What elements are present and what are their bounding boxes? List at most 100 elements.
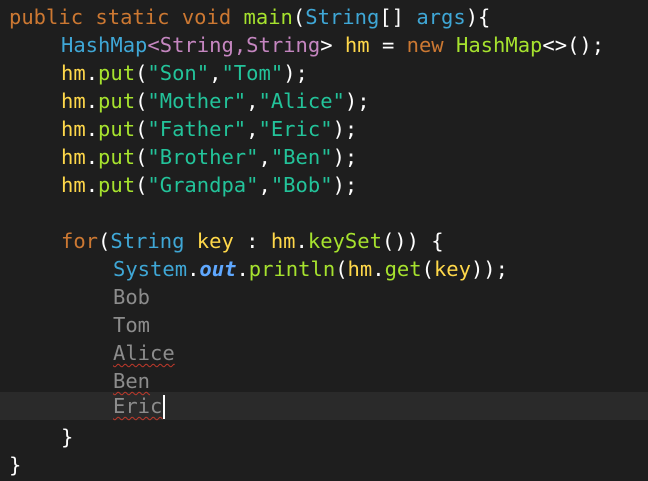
paren-open: ( [421, 257, 434, 281]
string-key: "Brother" [147, 145, 259, 169]
array-brackets: [] [379, 5, 404, 29]
paren-open: ( [335, 257, 348, 281]
method-get: get [384, 257, 422, 281]
code-editor[interactable]: public static void main(String[] args){ … [0, 0, 648, 481]
output-text-misspelled: Ben [113, 369, 151, 393]
dot: . [372, 257, 385, 281]
code-line-put[interactable]: hm.put("Son","Tom"); [0, 59, 308, 87]
code-line-put[interactable]: hm.put("Grandpa","Bob"); [0, 171, 357, 199]
output-line[interactable]: Bob [0, 283, 150, 311]
method-main: main [243, 5, 293, 29]
code-line-hashmap-decl[interactable]: HashMap<String,String> hm = new HashMap<… [0, 31, 604, 59]
code-line-close-main[interactable]: } [0, 451, 21, 479]
dot: . [85, 173, 99, 197]
string-value: "Alice" [258, 89, 345, 113]
statement-close: ); [332, 145, 358, 169]
brace-close: } [61, 425, 74, 449]
var-key: key [433, 257, 471, 281]
string-key: "Mother" [147, 89, 247, 113]
string-value: "Bob" [270, 173, 333, 197]
signature-close: ){ [465, 5, 491, 29]
statement-close: ); [332, 173, 358, 197]
generic-string-1: String [159, 33, 234, 57]
statement-close: ); [332, 117, 358, 141]
statement-close: ); [283, 61, 308, 85]
var-key: key [196, 229, 234, 253]
dot: . [85, 145, 99, 169]
generic-lt: < [147, 33, 160, 57]
comma: , [258, 145, 271, 169]
code-line-for-loop[interactable]: for(String key : hm.keySet()) { [0, 227, 444, 255]
assign-op: = [381, 33, 395, 57]
var-hm: hm [347, 257, 373, 281]
var-hm: hm [61, 145, 86, 169]
comma: , [246, 89, 259, 113]
keyword-void: void [181, 5, 232, 29]
code-line-put[interactable]: hm.put("Mother","Alice"); [0, 87, 370, 115]
var-hm: hm [61, 117, 86, 141]
comma: , [246, 117, 259, 141]
code-line-put[interactable]: hm.put("Father","Eric"); [0, 115, 357, 143]
generic-gt: > [320, 33, 333, 57]
var-hm: hm [61, 61, 86, 85]
output-text: Tom [113, 313, 151, 337]
constructor-hashmap: HashMap [456, 33, 543, 57]
paren-open: ( [292, 5, 306, 29]
code-line-put[interactable]: hm.put("Brother","Ben"); [0, 143, 357, 171]
paren-open: ( [135, 173, 148, 197]
method-println: println [248, 257, 336, 281]
paren-open: ( [135, 89, 148, 113]
diamond-close: <>(); [542, 33, 605, 57]
comma: , [258, 173, 271, 197]
string-value: "Eric" [258, 117, 333, 141]
statement-close: ); [344, 89, 370, 113]
output-line[interactable]: Ben [0, 367, 150, 395]
dot: . [85, 89, 99, 113]
paren-open: ( [135, 61, 148, 85]
code-line-close-for[interactable]: } [0, 423, 73, 451]
dot: . [236, 257, 249, 281]
method-put: put [98, 61, 136, 85]
colon: : [246, 229, 259, 253]
code-line-println[interactable]: System.out.println(hm.get(key)); [0, 255, 508, 283]
method-put: put [98, 145, 136, 169]
var-hm: hm [270, 229, 296, 253]
dot: . [85, 117, 99, 141]
paren-open: ( [135, 145, 148, 169]
keyword-public: public [9, 5, 84, 29]
string-key: "Grandpa" [147, 173, 259, 197]
dot: . [187, 257, 200, 281]
paren-open: ( [98, 229, 111, 253]
string-key: "Father" [147, 117, 247, 141]
string-value: "Ben" [270, 145, 333, 169]
field-out: out [199, 257, 237, 281]
paren-open: ( [135, 117, 148, 141]
dot: . [85, 61, 99, 85]
string-key: "Son" [147, 61, 210, 85]
output-line[interactable]: Tom [0, 311, 150, 339]
type-system: System [113, 257, 188, 281]
keyword-for: for [61, 229, 99, 253]
output-line-current[interactable]: Eric [0, 392, 166, 420]
var-hm: hm [344, 33, 370, 57]
comma: , [209, 61, 222, 85]
method-put: put [98, 117, 136, 141]
output-text: Bob [113, 285, 151, 309]
code-line-main-signature[interactable]: public static void main(String[] args){ [0, 3, 490, 31]
var-hm: hm [61, 89, 86, 113]
type-string: String [110, 229, 185, 253]
method-put: put [98, 173, 136, 197]
brace-close: } [9, 453, 22, 477]
var-hm: hm [61, 173, 86, 197]
generic-string-2: String [246, 33, 321, 57]
type-hashmap: HashMap [61, 33, 148, 57]
string-value: "Tom" [221, 61, 284, 85]
keyword-static: static [95, 5, 170, 29]
output-line[interactable]: Alice [0, 339, 175, 367]
println-close: )); [470, 257, 508, 281]
keyword-new: new [406, 33, 444, 57]
for-close: ()) { [381, 229, 444, 253]
output-text-misspelled: Alice [113, 341, 175, 365]
method-put: put [98, 89, 136, 113]
method-keyset: keySet [307, 229, 382, 253]
